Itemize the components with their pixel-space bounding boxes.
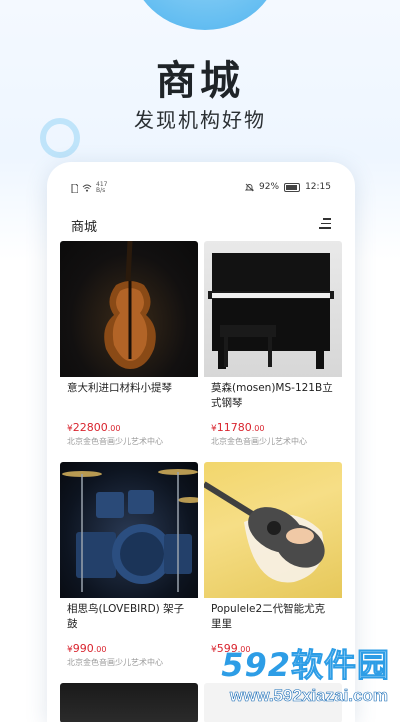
hero-title: 商城 xyxy=(156,58,244,104)
product-card[interactable]: 意大利进口材料小提琴 ¥22800.00 北京金色音画少儿艺术中心 xyxy=(60,241,198,456)
shop-name: 北京金色音画少儿艺术中心 xyxy=(67,437,163,446)
watermark: 592软件园 www.592xiazai.com xyxy=(200,638,396,711)
battery-percent: 92% xyxy=(259,182,280,192)
product-name: Populele2二代智能尤克里里 xyxy=(211,603,326,630)
product-image xyxy=(60,683,198,722)
network-speed: 417 B/s xyxy=(96,181,108,194)
product-card[interactable]: 莫森(mosen)MS-121B立式钢琴 ¥11780.00 北京金色音画少儿艺… xyxy=(204,241,342,456)
product-name: 意大利进口材料小提琴 xyxy=(67,382,172,394)
mute-icon xyxy=(245,183,255,191)
product-price: ¥11780.00 xyxy=(211,421,265,434)
nav-bar: 商城 xyxy=(47,210,355,238)
page-title: 商城 xyxy=(71,220,98,235)
hero-subtitle: 发现机构好物 xyxy=(134,108,266,132)
violin-image xyxy=(60,241,198,377)
shop-name: 北京金色音画少儿艺术中心 xyxy=(211,437,307,446)
menu-icon[interactable] xyxy=(319,218,331,229)
product-card[interactable] xyxy=(60,683,198,722)
product-price: ¥990.00 xyxy=(67,642,107,655)
watermark-url: www.592xiazai.com xyxy=(229,686,389,706)
drum-kit-image xyxy=(60,462,198,598)
shop-name: 北京金色音画少儿艺术中心 xyxy=(67,658,163,667)
piano-image xyxy=(204,241,342,377)
clock: 12:15 xyxy=(305,182,331,192)
product-price: ¥22800.00 xyxy=(67,421,121,434)
watermark-logo: 592软件园 xyxy=(221,646,390,685)
ukulele-image xyxy=(204,462,342,598)
product-name: 莫森(mosen)MS-121B立式钢琴 xyxy=(211,382,333,409)
status-bar: 417 B/s 92% 12:15 xyxy=(47,180,355,198)
sim-icon xyxy=(71,183,78,193)
battery-icon xyxy=(284,182,301,192)
wifi-icon xyxy=(82,184,92,192)
product-card[interactable]: 相思鸟(LOVEBIRD) 架子鼓 ¥990.00 北京金色音画少儿艺术中心 xyxy=(60,462,198,677)
product-name: 相思鸟(LOVEBIRD) 架子鼓 xyxy=(67,603,185,630)
